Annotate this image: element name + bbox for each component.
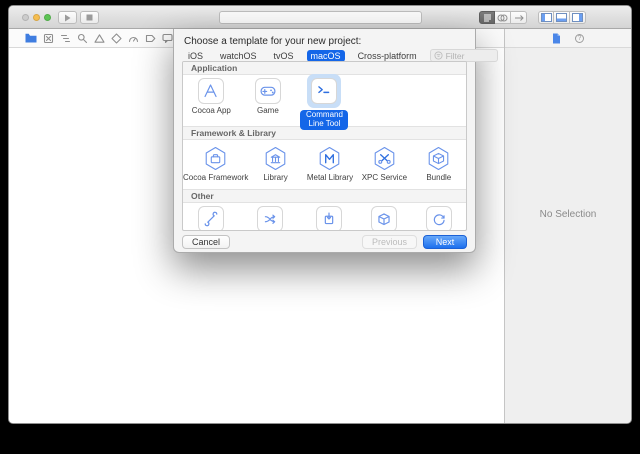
template-list: Application Cocoa App Game Command Line …: [182, 61, 467, 231]
template-empty-slot: [353, 75, 410, 130]
xcode-window: ‹ › ? No Selection Choose a template for…: [8, 5, 632, 424]
generic-kernel-icon: [373, 208, 395, 230]
debug-area-toggle-icon[interactable]: [554, 11, 570, 24]
tab-watchos[interactable]: watchOS: [216, 50, 261, 62]
zoom-icon[interactable]: [44, 14, 51, 21]
template-cocoa-app[interactable]: Cocoa App: [183, 75, 240, 130]
play-icon: [64, 14, 71, 22]
breakpoints-icon[interactable]: [144, 32, 156, 44]
inspector-panel: ? No Selection: [504, 29, 631, 423]
run-button[interactable]: [58, 11, 77, 24]
dialog-footer: Cancel Previous Next: [182, 235, 467, 249]
template-contacts-action[interactable]: Contacts Action: [301, 203, 357, 230]
assistant-editor-icon[interactable]: [495, 11, 511, 24]
template-automator-action[interactable]: Automator Action: [240, 203, 301, 230]
new-project-template-dialog: Choose a template for your new project: …: [173, 29, 498, 253]
tests-icon[interactable]: [110, 32, 122, 44]
previous-button[interactable]: Previous: [361, 235, 417, 249]
template-command-line-tool[interactable]: Command Line Tool: [296, 74, 353, 130]
template-library[interactable]: Library: [248, 140, 302, 189]
automator-action-icon: [259, 208, 281, 230]
stop-icon: [86, 14, 93, 21]
applescript-app-icon: [200, 208, 222, 230]
template-cocoa-framework[interactable]: Cocoa Framework: [183, 140, 248, 189]
contacts-action-icon: [318, 208, 340, 230]
template-xpc-service[interactable]: XPC Service: [357, 140, 411, 189]
project-navigator-icon[interactable]: [25, 32, 37, 44]
inspector-tab-bar: ?: [505, 29, 631, 48]
inspector-toggle-icon[interactable]: [570, 11, 586, 24]
template-row-application: Cocoa App Game Command Line Tool: [183, 74, 466, 130]
source-control-icon[interactable]: [42, 32, 54, 44]
debug-gauge-icon[interactable]: [127, 32, 139, 44]
inspector-empty-text: No Selection: [539, 209, 597, 220]
minimize-icon[interactable]: [33, 14, 40, 21]
window-controls: [22, 14, 51, 21]
activity-status-display: [219, 11, 422, 24]
tab-macos[interactable]: macOS: [306, 49, 345, 62]
cocoa-app-icon: [200, 80, 222, 102]
standard-editor-icon[interactable]: [479, 11, 495, 24]
template-applescript-app[interactable]: AppleScript App: [183, 203, 240, 230]
symbol-navigator-icon[interactable]: [59, 32, 71, 44]
template-empty-slot: [409, 75, 466, 130]
library-icon: [262, 145, 289, 172]
view-toggle-segmented-control: [538, 11, 586, 24]
template-image-unit[interactable]: Image Unit: [411, 203, 466, 230]
template-metal-library[interactable]: Metal Library: [303, 140, 357, 189]
issues-icon[interactable]: [93, 32, 105, 44]
cancel-button[interactable]: Cancel: [182, 235, 231, 249]
game-icon: [257, 80, 279, 102]
close-icon[interactable]: [22, 14, 29, 21]
tab-tvos[interactable]: tvOS: [270, 50, 298, 62]
editor-mode-segmented-control: [479, 11, 527, 24]
tab-cross-platform[interactable]: Cross-platform: [354, 50, 421, 62]
search-icon[interactable]: [76, 32, 88, 44]
filter-input[interactable]: [445, 50, 496, 61]
template-generic-kernel[interactable]: Generic Kernel: [356, 203, 411, 230]
template-row-framework-library: Cocoa Framework Library Metal Library XP…: [183, 140, 466, 190]
dialog-title: Choose a template for your new project:: [184, 36, 362, 47]
metal-library-icon: [316, 145, 343, 172]
section-header-other: Other: [183, 190, 466, 203]
template-game[interactable]: Game: [240, 75, 297, 130]
command-line-tool-icon: [313, 80, 335, 102]
stop-button[interactable]: [80, 11, 99, 24]
template-row-other: AppleScript App Automator Action Contact…: [183, 203, 466, 230]
tab-ios[interactable]: iOS: [184, 50, 207, 62]
quick-help-icon[interactable]: ?: [575, 33, 584, 43]
navigator-toggle-icon[interactable]: [538, 11, 554, 24]
xpc-service-icon: [371, 145, 398, 172]
cocoa-framework-icon: [202, 145, 229, 172]
titlebar: [9, 6, 631, 29]
filter-icon: [434, 51, 443, 60]
file-inspector-icon[interactable]: [552, 33, 561, 44]
reports-icon[interactable]: [161, 32, 173, 44]
next-button[interactable]: Next: [423, 235, 467, 249]
bundle-icon: [425, 145, 452, 172]
template-bundle[interactable]: Bundle: [412, 140, 466, 189]
version-editor-icon[interactable]: [511, 11, 527, 24]
image-unit-icon: [428, 208, 450, 230]
